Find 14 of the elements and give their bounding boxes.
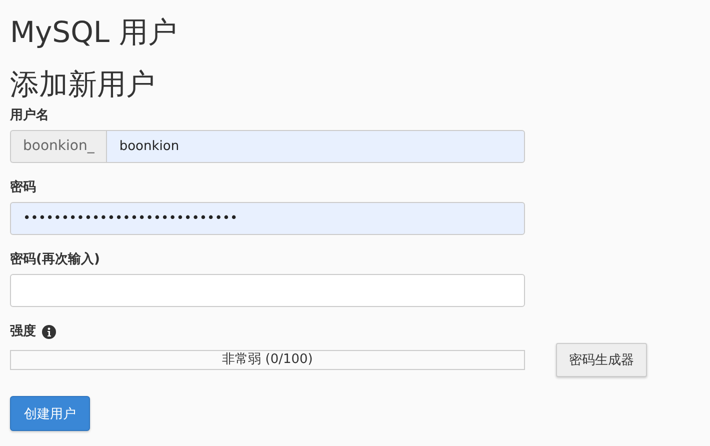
input-field[interactable]: boonkion [106,130,525,163]
create-user-button[interactable]: 创建用户 [10,396,90,431]
password-generator-button[interactable]: 密码生成器 [556,343,647,377]
info-icon[interactable] [42,325,56,339]
field-label: 强度 [10,324,36,340]
page-title: MySQL 用户 [10,14,178,51]
strength-reading: 非常弱 (0/100) [221,352,314,368]
field-label: 密码 [10,180,37,196]
input-field[interactable]: •••••••••••••••••••••••••••• [10,202,525,235]
field-label: 用户名 [10,108,50,124]
input-prefix: boonkion_ [10,130,106,163]
field-label: 密码(再次输入) [10,252,101,268]
input-field[interactable] [10,274,525,307]
section-title: 添加新用户 [10,66,156,103]
